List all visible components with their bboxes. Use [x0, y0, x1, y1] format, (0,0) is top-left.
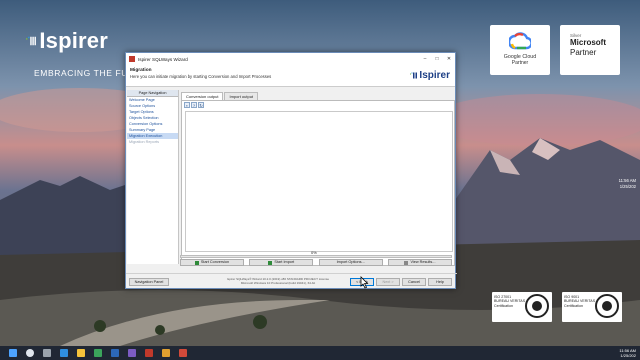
play-icon	[268, 260, 273, 265]
mouse-pointer-icon	[360, 276, 369, 289]
header-logo: Ispirer	[410, 70, 450, 81]
wizard-footer: Navigation Panel Ispirer SQLWays® Wizard…	[126, 273, 457, 289]
refresh-icon[interactable]: ↻	[198, 102, 204, 108]
window-title: Ispirer SQLWays Wizard	[138, 56, 188, 62]
google-partner-line2: Partner	[511, 60, 529, 67]
app-icon	[129, 56, 135, 62]
edge-icon[interactable]	[60, 349, 68, 357]
start-conversion-label: Start Conversion	[200, 260, 230, 264]
ms-partner-line1: Microsoft	[570, 38, 606, 48]
page-title: Migration	[130, 68, 152, 73]
google-cloud-icon	[509, 32, 531, 50]
nav-item-migration-reports: Migration Reports	[129, 140, 159, 144]
import-options-label: Import Options...	[336, 260, 365, 264]
start-conversion-button[interactable]: Start Conversion	[180, 259, 244, 266]
start-import-button[interactable]: Start Import	[249, 259, 314, 266]
help-icon[interactable]: ?	[191, 102, 197, 108]
sqlways-taskbar-icon[interactable]	[145, 349, 153, 357]
microsoft-partner-badge: Silver Microsoft Partner	[560, 25, 620, 75]
document-icon	[404, 260, 409, 265]
view-results-button[interactable]: View Results...	[387, 259, 452, 266]
migration-actions: Start Conversion Start Import Import Opt…	[180, 259, 452, 266]
app-blue-icon[interactable]	[111, 349, 119, 357]
bureau-veritas-seal-icon	[525, 294, 549, 318]
google-cloud-partner-badge: Google Cloud Partner	[490, 25, 550, 75]
output-toolbar: ▪ ? ↻	[182, 101, 454, 109]
ispirer-logo-icon	[410, 72, 418, 79]
conversion-output-panel: ▪ ? ↻	[181, 100, 455, 266]
minimize-button[interactable]: –	[419, 56, 431, 62]
iso-27001-certificate: ISO 27001 BUREAU VERITAS Certification	[492, 292, 552, 322]
page-subtitle: Here you can initiate migration by start…	[130, 74, 272, 79]
brand-name: Ispirer	[39, 28, 108, 53]
header-logo-text: Ispirer	[419, 70, 450, 81]
migration-progress-bar	[180, 255, 452, 258]
license-line2: Microsoft Windows 10 Professional (build…	[240, 281, 316, 286]
output-tabs: Conversion output Import output	[181, 92, 455, 100]
ms-partner-line2: Partner	[570, 47, 597, 57]
tab-import-output[interactable]: Import output	[224, 92, 259, 100]
next-button: Next >	[376, 278, 400, 286]
file-explorer-icon[interactable]	[77, 349, 85, 357]
import-options-button[interactable]: Import Options...	[318, 259, 383, 266]
task-view-icon[interactable]	[43, 349, 51, 357]
close-button[interactable]: ✕	[443, 56, 455, 62]
conversion-log-area[interactable]	[185, 111, 453, 252]
desktop-clock: 11:56 AM 1/25/202	[619, 178, 636, 191]
migration-content: Conversion output Import output ▪ ? ↻	[181, 92, 455, 266]
start-import-label: Start Import	[274, 260, 295, 264]
window-titlebar[interactable]: Ispirer SQLWays Wizard – □ ✕	[126, 53, 455, 65]
search-icon[interactable]	[26, 349, 34, 357]
app-green-icon[interactable]	[94, 349, 102, 357]
app-red-icon[interactable]	[179, 349, 187, 357]
view-results-label: View Results...	[410, 260, 436, 264]
license-info: Ispirer SQLWays® Wizard 10.2.0 (2019) x8…	[218, 277, 338, 285]
tray-date: 1/25/202	[620, 353, 636, 359]
wizard-header: Migration Here you can initiate migratio…	[126, 65, 455, 87]
ispirer-desktop-logo: Ispirer	[26, 28, 108, 54]
play-icon	[194, 260, 199, 265]
save-log-icon[interactable]: ▪	[184, 102, 190, 108]
help-button[interactable]: Help	[428, 278, 452, 286]
app-purple-icon[interactable]	[128, 349, 136, 357]
bureau-veritas-seal-icon	[595, 294, 619, 318]
app-orange-icon[interactable]	[162, 349, 170, 357]
tab-conversion-output[interactable]: Conversion output	[181, 92, 224, 100]
clock-date: 1/25/202	[619, 184, 636, 190]
navigation-panel-button[interactable]: Navigation Panel	[129, 278, 169, 286]
iso-9001-certificate: ISO 9001 BUREAU VERITAS Certification	[562, 292, 622, 322]
windows-taskbar: 11:56 AM 1/25/202	[0, 346, 640, 360]
page-navigation-panel: Page Navigation Welcome Page Source Opti…	[127, 90, 179, 264]
cancel-button[interactable]: Cancel	[402, 278, 426, 286]
page-navigation-header: Page Navigation	[127, 90, 178, 97]
ispirer-logo-icon	[26, 36, 36, 46]
sqlways-wizard-window: Ispirer SQLWays Wizard – □ ✕ Migration H…	[125, 52, 457, 289]
start-icon[interactable]	[9, 349, 17, 357]
maximize-button[interactable]: □	[431, 56, 443, 62]
system-tray-clock[interactable]: 11:56 AM 1/25/202	[619, 348, 636, 358]
